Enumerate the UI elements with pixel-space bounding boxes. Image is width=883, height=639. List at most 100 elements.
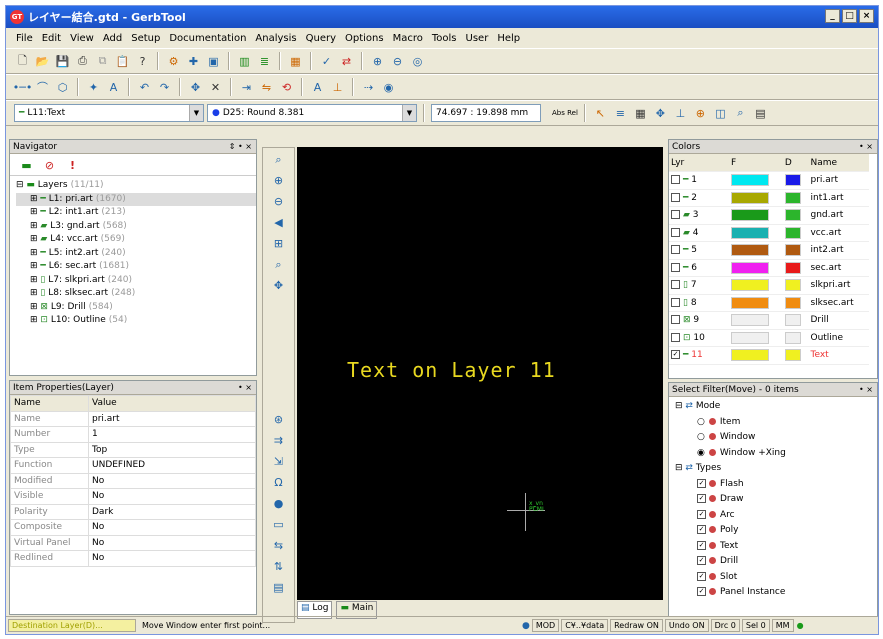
prop-value[interactable]: Top (88, 441, 256, 458)
prop-value[interactable]: No (88, 488, 256, 505)
tree-item-layer[interactable]: ⊞ ━ L6: sec.art (1681) (16, 260, 256, 274)
text-icon[interactable]: A (105, 79, 122, 96)
help-icon[interactable]: ? (134, 53, 151, 70)
prop-value[interactable]: No (88, 550, 256, 567)
zoom-all-icon[interactable]: ⊞ (270, 235, 287, 252)
flash-color-cell[interactable] (729, 171, 783, 190)
text-style-icon[interactable]: A (309, 79, 326, 96)
layer-icon[interactable]: ▥ (236, 53, 253, 70)
menu-options[interactable]: Options (345, 33, 384, 44)
menu-setup[interactable]: Setup (131, 33, 160, 44)
panel-controls[interactable]: • × (859, 140, 873, 154)
errors-tab-icon[interactable]: ! (64, 157, 81, 174)
draw-color-swatch[interactable] (784, 244, 801, 257)
prop-value[interactable]: Dark (88, 503, 256, 520)
flash-color-swatch[interactable] (731, 244, 769, 257)
tree-item-layer[interactable]: ⊞ ⊡ L10: Outline (54) (16, 314, 256, 328)
zoom-out-icon[interactable]: ⊖ (270, 193, 287, 210)
expand-icon[interactable]: ⊞ (30, 315, 40, 325)
flash-color-swatch[interactable] (731, 174, 769, 187)
add-line-icon[interactable]: •─• (13, 79, 33, 96)
flash-color-cell[interactable] (729, 311, 783, 330)
tree-item-layer[interactable]: ⊞ ▯ L8: slksec.art (248) (16, 287, 256, 301)
flash-color-swatch[interactable] (731, 331, 769, 344)
filter-icon[interactable]: ✚ (185, 53, 202, 70)
color-row[interactable]: ⊡ 10 Outline (669, 329, 869, 347)
close-button[interactable]: × (859, 9, 874, 23)
ohm-icon[interactable]: Ω (270, 474, 287, 491)
expand-icon[interactable]: ⊞ (30, 302, 40, 312)
flash-color-cell[interactable] (729, 259, 783, 277)
expand-icon[interactable]: ⊞ (30, 275, 40, 285)
draw-color-swatch[interactable] (784, 209, 801, 222)
color-row[interactable]: ━ 1 pri.art (669, 171, 869, 190)
highlight-icon[interactable]: ● (270, 495, 287, 512)
radio-icon[interactable]: ○ (697, 432, 705, 442)
draw-color-swatch[interactable] (784, 314, 801, 327)
minimize-button[interactable]: _ (825, 9, 840, 23)
draw-color-cell[interactable] (782, 329, 809, 347)
expand-icon[interactable]: ⊞ (30, 248, 40, 258)
menu-help[interactable]: Help (497, 33, 520, 44)
filter-mode-group[interactable]: ⊟ ⇄ Mode (675, 399, 877, 415)
draw-color-cell[interactable] (782, 206, 809, 225)
pan-icon[interactable]: ✥ (652, 105, 669, 122)
color-row[interactable]: ━ 5 int2.art (669, 241, 869, 260)
open-folder-icon[interactable]: 📂 (34, 53, 51, 70)
type-option[interactable]: ✓ Drill (675, 554, 877, 570)
zoom-out-icon[interactable]: ⊖ (389, 53, 406, 70)
prop-value[interactable]: UNDEFINED (88, 457, 256, 474)
trace-icon[interactable]: ⇅ (270, 558, 287, 575)
visible-checkbox[interactable] (671, 297, 680, 307)
flash-color-cell[interactable] (729, 224, 783, 242)
mode-option[interactable]: ◉ Window +Xing (675, 446, 877, 462)
draw-color-swatch[interactable] (784, 261, 801, 274)
zoom-icon[interactable]: ⌕ (270, 151, 287, 168)
color-row[interactable]: ━ 2 int1.art (669, 189, 869, 207)
compare-icon[interactable]: ⇆ (270, 537, 287, 554)
zoom-prev-icon[interactable]: ◀ (270, 214, 287, 231)
add-arc-icon[interactable]: ⌒ (34, 79, 51, 96)
type-checkbox[interactable]: ✓ (697, 525, 706, 534)
visible-checkbox[interactable] (671, 192, 680, 202)
draw-color-cell[interactable] (782, 311, 809, 330)
move-icon[interactable]: ✥ (187, 79, 204, 96)
mode-option[interactable]: ○ Window (675, 430, 877, 446)
paste-icon[interactable]: 📋 (114, 53, 131, 70)
draw-color-cell[interactable] (782, 276, 809, 295)
type-option[interactable]: ✓ Panel Instance (675, 585, 877, 601)
compare-icon[interactable]: ⇄ (338, 53, 355, 70)
type-option[interactable]: ✓ Slot (675, 570, 877, 586)
prop-value[interactable]: No (88, 534, 256, 551)
flash-icon[interactable]: ✦ (85, 79, 102, 96)
filter-types-group[interactable]: ⊟ ⇄ Types (675, 461, 877, 477)
menu-user[interactable]: User (466, 33, 489, 44)
delete-icon[interactable]: ✕ (207, 79, 224, 96)
zoom-window-icon[interactable]: ◫ (712, 105, 729, 122)
flash-color-swatch[interactable] (731, 226, 769, 239)
tree-item-layer[interactable]: ⊞ ━ L2: int1.art (213) (16, 206, 256, 220)
draw-color-cell[interactable] (782, 171, 809, 190)
measure-icon[interactable]: ⊥ (329, 79, 346, 96)
grid-icon[interactable]: ▦ (287, 53, 304, 70)
expand-icon[interactable]: ⊞ (30, 261, 40, 271)
snap-icon[interactable]: ⊕ (692, 105, 709, 122)
undo-icon[interactable]: ↶ (136, 79, 153, 96)
save-icon[interactable]: 💾 (54, 53, 71, 70)
mode-option[interactable]: ○ Item (675, 415, 877, 431)
select-tool-icon[interactable]: ↖ (592, 105, 609, 122)
collapse-icon[interactable]: ⊟ (675, 401, 685, 411)
visible-checkbox[interactable] (671, 332, 680, 342)
prop-value[interactable]: No (88, 519, 256, 536)
flash-color-cell[interactable] (729, 276, 783, 295)
menu-add[interactable]: Add (103, 33, 122, 44)
type-checkbox[interactable]: ✓ (697, 587, 706, 596)
new-file-icon[interactable]: 🗋 (14, 53, 31, 70)
menu-macro[interactable]: Macro (393, 33, 423, 44)
menu-tools[interactable]: Tools (432, 33, 457, 44)
type-checkbox[interactable]: ✓ (697, 571, 706, 581)
redo-icon[interactable]: ↷ (156, 79, 173, 96)
add-poly-icon[interactable]: ⬡ (54, 79, 71, 96)
layers-tab-icon[interactable]: ▬ (18, 157, 35, 174)
tree-item-layer[interactable]: ⊞ ▯ L7: slkpri.art (240) (16, 274, 256, 288)
